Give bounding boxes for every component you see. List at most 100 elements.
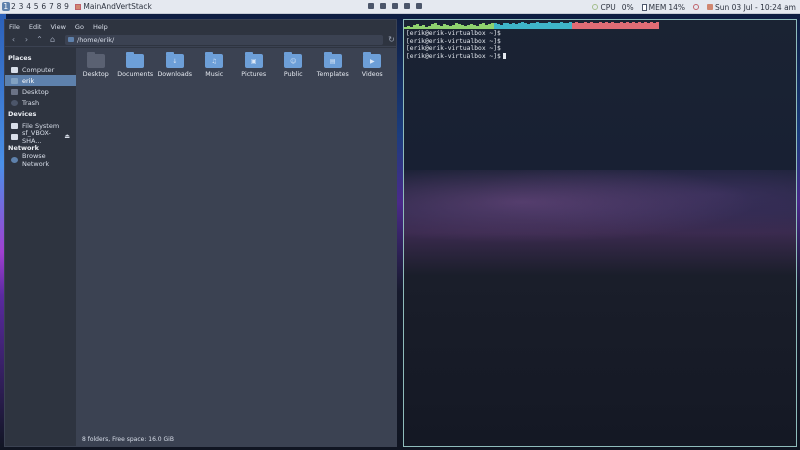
tray-screen-icon[interactable] bbox=[416, 3, 422, 9]
workspace-3[interactable]: 3 bbox=[17, 2, 25, 11]
sidebar-item-computer[interactable]: Computer bbox=[5, 64, 76, 75]
sidebar-item-desktop[interactable]: Desktop bbox=[5, 86, 76, 97]
system-tray bbox=[368, 3, 422, 9]
drive-icon bbox=[11, 122, 18, 129]
folder-label: Downloads bbox=[157, 71, 193, 78]
calendar-icon bbox=[706, 4, 713, 10]
toolbar: ‹ › ⌃ ⌂ /home/erik/ ↻ bbox=[5, 33, 396, 47]
menu-file[interactable]: File bbox=[9, 23, 20, 31]
tray-settings-icon[interactable] bbox=[404, 3, 410, 9]
terminal-window[interactable]: [erik@erik-virtualbox ~]$ [erik@erik-vir… bbox=[403, 19, 797, 447]
folder-icon bbox=[68, 37, 74, 42]
computer-icon bbox=[11, 66, 18, 73]
workspace-switcher: 1 2 3 4 5 6 7 8 9 bbox=[0, 2, 70, 11]
home-folder-icon bbox=[11, 77, 18, 84]
tray-app-icon[interactable] bbox=[368, 3, 374, 9]
terminal-line: [erik@erik-virtualbox ~]$ bbox=[406, 37, 501, 45]
cpu-graph-bar bbox=[656, 22, 659, 29]
tray-bluetooth-icon[interactable] bbox=[392, 3, 398, 9]
mem-label: MEM bbox=[648, 2, 667, 12]
back-button[interactable]: ‹ bbox=[9, 35, 18, 45]
folder-item[interactable]: Desktop bbox=[76, 52, 116, 88]
datetime: Sun 03 Jul - 10:24 am bbox=[714, 2, 796, 12]
public-folder-icon: ☺ bbox=[284, 52, 303, 68]
cpu-label: CPU bbox=[600, 2, 616, 12]
sidebar-label: sf_VBOX-SHA... bbox=[22, 128, 51, 145]
folder-label: Desktop bbox=[82, 71, 109, 78]
up-button[interactable]: ⌃ bbox=[35, 35, 44, 45]
workspace-1[interactable]: 1 bbox=[2, 2, 10, 11]
workspace-5[interactable]: 5 bbox=[32, 2, 40, 11]
workspace-7[interactable]: 7 bbox=[48, 2, 56, 11]
mem-widget: MEM 14% bbox=[641, 2, 685, 12]
trash-icon bbox=[11, 99, 18, 106]
downloads-folder-icon: ↓ bbox=[165, 52, 184, 68]
tray-network-icon[interactable] bbox=[380, 3, 386, 9]
location-bar[interactable]: /home/erik/ bbox=[65, 34, 383, 45]
terminal-cursor bbox=[502, 52, 506, 59]
clock-widget[interactable]: Sun 03 Jul - 10:24 am bbox=[706, 2, 796, 12]
status-bar: 8 folders, Free space: 16.0 GiB bbox=[82, 436, 174, 443]
file-manager-window: File Edit View Go Help ‹ › ⌃ ⌂ /home/eri… bbox=[4, 19, 397, 447]
memory-icon bbox=[641, 3, 647, 11]
folder-item[interactable]: ▶ Videos bbox=[353, 52, 393, 88]
folder-label: Music bbox=[205, 71, 224, 78]
folder-item[interactable]: ▣ Pictures bbox=[234, 52, 274, 88]
workspace-6[interactable]: 6 bbox=[40, 2, 48, 11]
eject-icon[interactable]: ⏏ bbox=[64, 133, 70, 140]
folder-grid: Desktop Documents ↓ Downloads ♫ Music ▣ … bbox=[76, 48, 396, 88]
location-path: /home/erik/ bbox=[77, 35, 115, 44]
folder-item[interactable]: ▤ Templates bbox=[313, 52, 353, 88]
terminal-line: [erik@erik-virtualbox ~]$ bbox=[406, 30, 501, 37]
cpu-value: 0% bbox=[621, 2, 634, 12]
folder-label: Public bbox=[283, 71, 303, 78]
workspace-4[interactable]: 4 bbox=[25, 2, 33, 11]
home-icon[interactable]: ⌂ bbox=[48, 35, 57, 45]
cpu-widget: CPU 0% bbox=[592, 2, 634, 12]
power-icon[interactable] bbox=[692, 4, 699, 10]
terminal-background bbox=[404, 170, 796, 250]
documents-folder-icon bbox=[126, 52, 145, 68]
folder-label: Documents bbox=[117, 71, 154, 78]
sidebar-label: Trash bbox=[22, 98, 40, 107]
desktop-icon bbox=[11, 88, 18, 95]
cpu-icon bbox=[592, 4, 599, 10]
menu-edit[interactable]: Edit bbox=[29, 23, 42, 31]
sidebar-label: Browse Network bbox=[22, 151, 50, 168]
folder-item[interactable]: ☺ Public bbox=[274, 52, 314, 88]
menu-help[interactable]: Help bbox=[93, 23, 108, 31]
mem-value: 14% bbox=[668, 2, 685, 12]
folder-label: Pictures bbox=[241, 71, 267, 78]
workspace-8[interactable]: 8 bbox=[55, 2, 63, 11]
sidebar-item-vbox-share[interactable]: sf_VBOX-SHA... ⏏ bbox=[5, 128, 76, 145]
side-pane: Places Computer erik Desktop Trash Devic… bbox=[5, 48, 76, 446]
folder-item[interactable]: ♫ Music bbox=[195, 52, 235, 88]
terminal-line: [erik@erik-virtualbox ~]$ bbox=[406, 45, 501, 52]
sidebar-item-home[interactable]: erik bbox=[5, 75, 76, 86]
network-icon bbox=[11, 156, 18, 163]
sidebar-item-browse-network[interactable]: Browse Network bbox=[5, 151, 76, 168]
sidebar-label: Computer bbox=[22, 65, 55, 74]
templates-folder-icon: ▤ bbox=[323, 52, 342, 68]
menu-view[interactable]: View bbox=[50, 23, 65, 31]
folder-item[interactable]: Documents bbox=[116, 52, 156, 88]
devices-heading: Devices bbox=[8, 110, 37, 118]
status-widgets: CPU 0% MEM 14% Sun 03 Jul - 10:24 am bbox=[592, 0, 796, 14]
layout-icon bbox=[75, 3, 82, 10]
terminal-output: [erik@erik-virtualbox ~]$ [erik@erik-vir… bbox=[406, 30, 506, 60]
places-heading: Places bbox=[8, 54, 32, 62]
workspace-2[interactable]: 2 bbox=[10, 2, 18, 11]
workspace-9[interactable]: 9 bbox=[63, 2, 71, 11]
forward-button[interactable]: › bbox=[22, 35, 31, 45]
pictures-folder-icon: ▣ bbox=[244, 52, 263, 68]
folder-view[interactable]: Desktop Documents ↓ Downloads ♫ Music ▣ … bbox=[76, 48, 396, 446]
reload-icon[interactable]: ↻ bbox=[387, 35, 396, 45]
menu-go[interactable]: Go bbox=[75, 23, 84, 31]
sidebar-label: Desktop bbox=[22, 87, 49, 96]
music-folder-icon: ♫ bbox=[205, 52, 224, 68]
layout-indicator[interactable]: MainAndVertStack bbox=[75, 2, 152, 11]
sidebar-item-trash[interactable]: Trash bbox=[5, 97, 76, 108]
folder-label: Templates bbox=[316, 71, 349, 78]
folder-item[interactable]: ↓ Downloads bbox=[155, 52, 195, 88]
folder-label: Videos bbox=[361, 71, 383, 78]
